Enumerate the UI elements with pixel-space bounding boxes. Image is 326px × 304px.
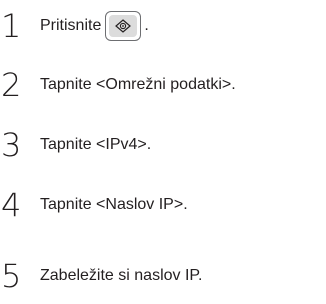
step-4: 4 Tapnite <Naslov IP>. — [1, 187, 188, 223]
step-text-suffix: . — [144, 17, 149, 34]
step-number: 4 — [1, 186, 22, 224]
settings-key-icon — [115, 19, 132, 33]
step-text: Tapnite <Omrežni podatki>. — [40, 76, 236, 93]
step-text: Pritisnite — [40, 17, 102, 34]
step-number: 3 — [1, 126, 22, 164]
step-2: 2 Tapnite <Omrežni podatki>. — [1, 67, 236, 103]
instruction-steps: 1 Pritisnite . 2 Tapnite <Omrežni podatk… — [0, 0, 326, 304]
step-number: 1 — [1, 7, 22, 45]
settings-key-face — [109, 15, 138, 37]
step-5: 5 Zabeležite si naslov IP. — [1, 258, 202, 294]
step-3: 3 Tapnite <IPv4>. — [1, 127, 151, 163]
step-number: 2 — [1, 66, 22, 104]
settings-key-button — [105, 11, 142, 41]
step-number: 5 — [1, 257, 22, 295]
step-1: 1 Pritisnite . — [1, 8, 149, 44]
step-text: Zabeležite si naslov IP. — [40, 267, 203, 284]
step-text: Tapnite <Naslov IP>. — [40, 196, 188, 213]
step-text: Tapnite <IPv4>. — [40, 136, 152, 153]
